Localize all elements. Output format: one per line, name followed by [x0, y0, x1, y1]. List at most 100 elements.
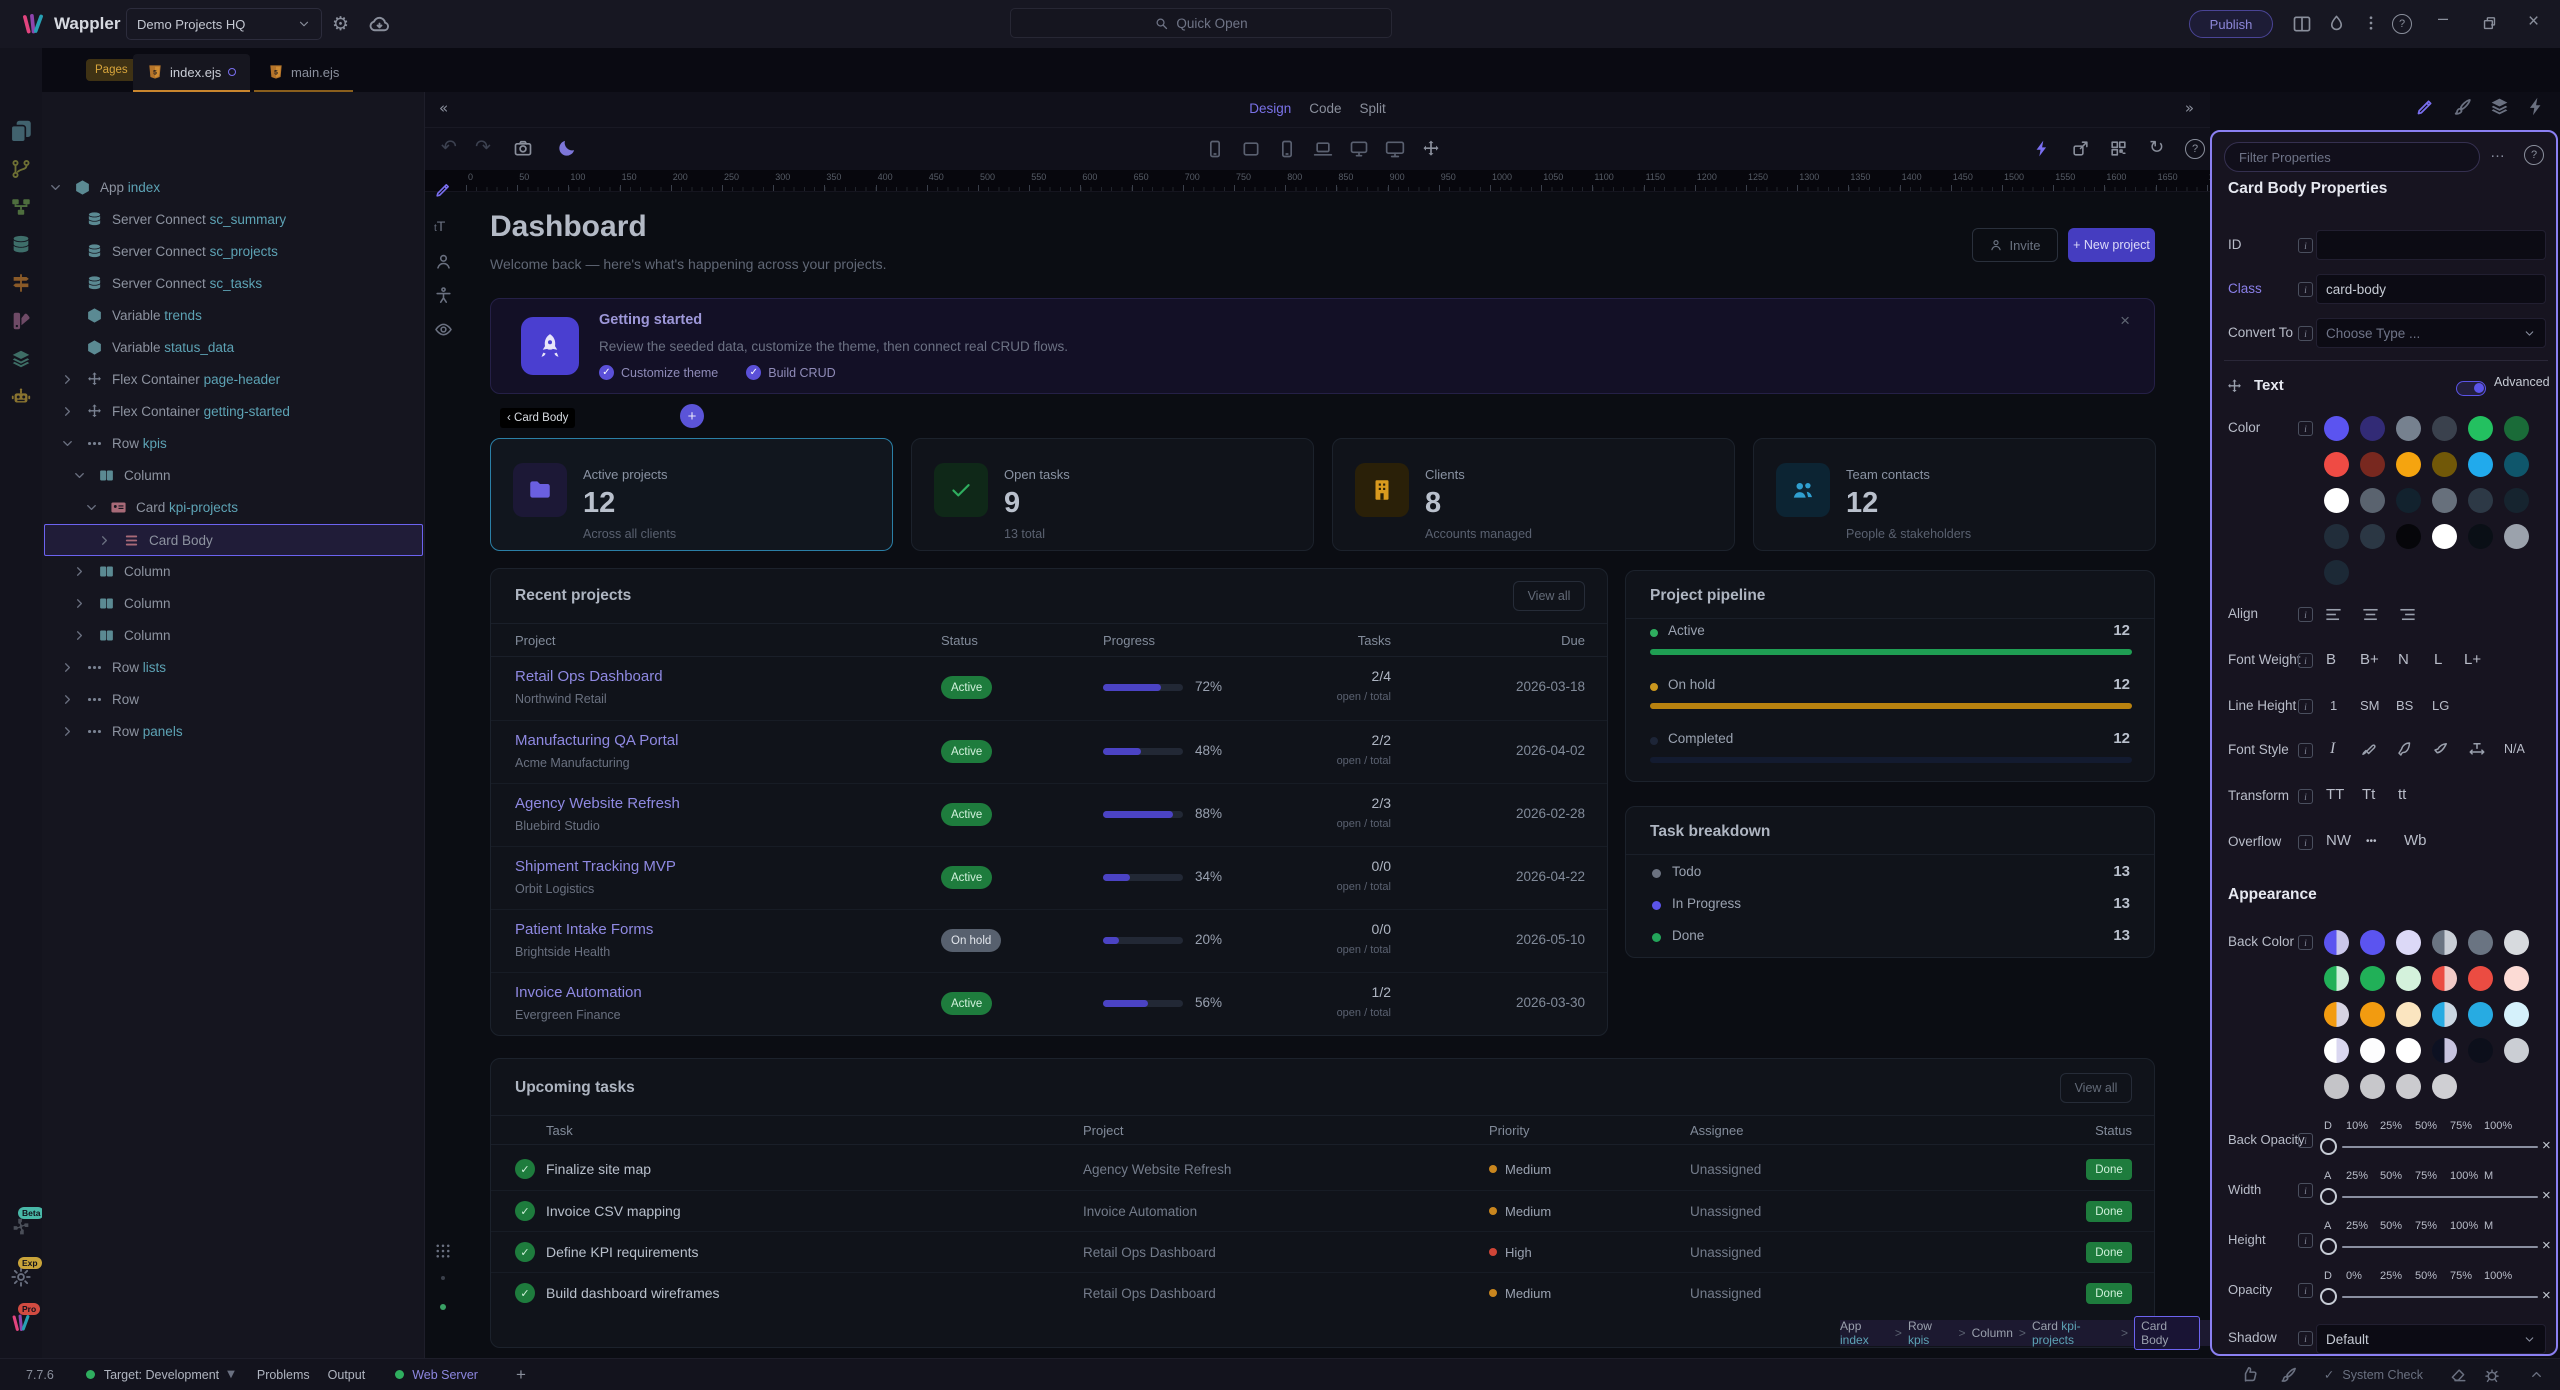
rail-robot-button[interactable]: [10, 386, 32, 408]
slider-track[interactable]: [2342, 1196, 2538, 1198]
back-color-swatch[interactable]: [2396, 930, 2421, 955]
id-input[interactable]: [2316, 230, 2546, 260]
pages-button[interactable]: Pages: [86, 59, 137, 81]
back-color-swatch[interactable]: [2396, 966, 2421, 991]
add-element-button-1[interactable]: +: [680, 404, 704, 428]
tab-main.ejs[interactable]: 5main.ejs: [254, 54, 353, 92]
overflow-0[interactable]: NW: [2326, 832, 2351, 849]
text-color-swatch[interactable]: [2396, 452, 2421, 477]
info-icon[interactable]: i: [2298, 607, 2313, 622]
rail-git-button[interactable]: [10, 158, 32, 180]
text-color-swatch[interactable]: [2324, 560, 2349, 585]
selection-tag[interactable]: ‹ Card Body: [500, 408, 575, 428]
back-color-swatch[interactable]: [2324, 966, 2349, 991]
kpi-card-clients[interactable]: Clients 8 Accounts managed: [1332, 438, 1735, 551]
text-color-swatch[interactable]: [2396, 488, 2421, 513]
dock-actions-button[interactable]: [2526, 96, 2547, 117]
settings-gear-button[interactable]: ⚙: [332, 13, 349, 35]
tree-item-column[interactable]: Column: [44, 588, 423, 620]
chevron-down-icon[interactable]: [48, 180, 63, 195]
cleanup-brush-button[interactable]: [2279, 1365, 2298, 1384]
person-tool[interactable]: [434, 252, 453, 271]
tree-item-server-connect-sc_projects[interactable]: Server Connect sc_projects: [44, 236, 423, 268]
restore-window-button[interactable]: [2481, 15, 2498, 32]
filter-properties-input[interactable]: Filter Properties: [2224, 142, 2480, 172]
highlighter-button[interactable]: [2360, 740, 2378, 758]
back-color-swatch[interactable]: [2468, 930, 2493, 955]
font-weight-L[interactable]: L: [2434, 651, 2442, 668]
target-selector[interactable]: Target: Development: [104, 1368, 219, 1382]
task-row[interactable]: ✓ Build dashboard wireframes Retail Ops …: [491, 1272, 2154, 1313]
back-color-swatch[interactable]: [2432, 1074, 2457, 1099]
chevron-right-icon[interactable]: [72, 596, 87, 611]
lightning-button[interactable]: [2033, 139, 2052, 158]
system-check-button[interactable]: System Check: [2342, 1368, 2423, 1382]
task-row[interactable]: ✓ Invoice CSV mapping Invoice Automation…: [491, 1190, 2154, 1231]
device-monitor-button[interactable]: [1349, 139, 1369, 159]
info-icon[interactable]: i: [2298, 653, 2313, 668]
project-row[interactable]: Agency Website Refresh Bluebird Studio A…: [491, 783, 1607, 846]
device-desktop-button[interactable]: [1385, 139, 1405, 159]
device-phone-button[interactable]: [1277, 139, 1297, 159]
text-color-swatch[interactable]: [2432, 524, 2457, 549]
panel-layout-button[interactable]: [2292, 14, 2312, 34]
dock-css-button[interactable]: [2489, 96, 2510, 117]
invite-button[interactable]: Invite: [1972, 228, 2058, 262]
advanced-toggle[interactable]: [2456, 381, 2486, 396]
chevron-down-icon[interactable]: [72, 468, 87, 483]
clear-button[interactable]: ×: [2542, 1287, 2551, 1304]
task-row[interactable]: ✓ Define KPI requirements Retail Ops Das…: [491, 1231, 2154, 1272]
back-color-swatch[interactable]: [2360, 966, 2385, 991]
transform-Tt[interactable]: Tt: [2362, 786, 2375, 803]
tree-item-row-lists[interactable]: Row lists: [44, 652, 423, 684]
text-width-button[interactable]: [2468, 740, 2486, 758]
overflow-1[interactable]: •••: [2366, 836, 2377, 847]
chevron-right-icon[interactable]: [60, 724, 75, 739]
info-icon[interactable]: i: [2298, 789, 2313, 804]
shadow-select[interactable]: Default: [2316, 1324, 2546, 1354]
tree-item-column[interactable]: Column: [44, 460, 423, 492]
tree-item-flex-container-getting-started[interactable]: Flex Container getting-started: [44, 396, 423, 428]
rail-gear-button[interactable]: [10, 1266, 32, 1288]
view-all-projects-button[interactable]: View all: [1513, 581, 1585, 611]
class-input[interactable]: card-body: [2316, 274, 2546, 304]
project-row[interactable]: Shipment Tracking MVP Orbit Logistics Ac…: [491, 846, 1607, 909]
screenshot-camera-button[interactable]: [513, 138, 533, 158]
text-color-swatch[interactable]: [2396, 416, 2421, 441]
clear-button[interactable]: ×: [2542, 1137, 2551, 1154]
info-icon[interactable]: i: [2298, 935, 2313, 950]
back-color-swatch[interactable]: [2324, 1074, 2349, 1099]
back-color-swatch[interactable]: [2396, 1002, 2421, 1027]
text-color-swatch[interactable]: [2360, 416, 2385, 441]
info-icon[interactable]: i: [2298, 282, 2313, 297]
align-right-button[interactable]: [2398, 605, 2417, 624]
tree-item-row-kpis[interactable]: Row kpis: [44, 428, 423, 460]
text-color-swatch[interactable]: [2468, 524, 2493, 549]
share-button[interactable]: [2071, 139, 2090, 158]
move-section-icon[interactable]: [2226, 378, 2243, 395]
project-row[interactable]: Retail Ops Dashboard Northwind Retail Ac…: [491, 657, 1607, 720]
tree-item-variable-status_data[interactable]: Variable status_data: [44, 332, 423, 364]
chevron-right-icon[interactable]: [60, 404, 75, 419]
rail-wlogo-button[interactable]: [10, 1312, 32, 1334]
banner-check-customize-theme[interactable]: ✓Customize theme: [599, 365, 718, 380]
line-height-BS[interactable]: BS: [2396, 698, 2413, 713]
qr-button[interactable]: [2109, 139, 2128, 158]
tree-item-card-kpi-projects[interactable]: Card kpi-projects: [44, 492, 423, 524]
pencil-tool[interactable]: [434, 180, 453, 199]
tree-item-flex-container-page-header[interactable]: Flex Container page-header: [44, 364, 423, 396]
back-opacity-slider-knob[interactable]: [2320, 1138, 2337, 1155]
info-icon[interactable]: i: [2298, 1133, 2313, 1148]
text-color-swatch[interactable]: [2360, 488, 2385, 513]
refresh-button[interactable]: ↻: [2149, 137, 2164, 158]
mode-design[interactable]: Design: [1249, 101, 1291, 116]
text-color-swatch[interactable]: [2504, 488, 2529, 513]
kpi-card-active-projects[interactable]: Active projects 12 Across all clients: [490, 438, 893, 551]
text-color-swatch[interactable]: [2504, 452, 2529, 477]
breadcrumb-item-selected[interactable]: Card Body: [2134, 1316, 2200, 1350]
feedback-thumbs-button[interactable]: [2240, 1365, 2259, 1384]
back-color-swatch[interactable]: [2324, 1038, 2349, 1063]
project-name-link[interactable]: Shipment Tracking MVP: [515, 858, 676, 875]
minimize-button[interactable]: –: [2438, 8, 2448, 29]
device-laptop-button[interactable]: [1313, 139, 1333, 159]
